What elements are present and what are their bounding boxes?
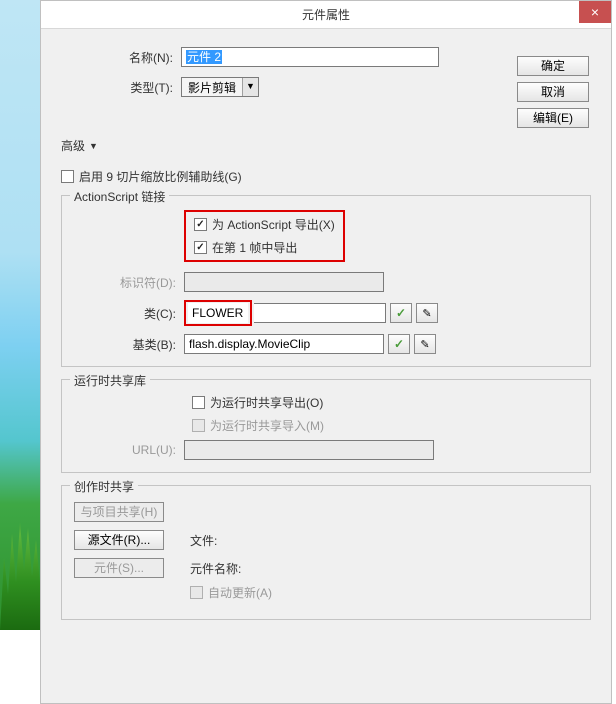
cancel-button[interactable]: 取消	[517, 82, 589, 102]
name-input[interactable]: 元件 2	[181, 47, 439, 67]
close-button[interactable]: ×	[579, 1, 611, 23]
export-as-checkbox[interactable]	[194, 218, 207, 231]
file-label: 文件:	[190, 532, 217, 549]
actionscript-link-group: ActionScript 链接 为 ActionScript 导出(X) 在第 …	[61, 195, 591, 367]
type-label: 类型(T):	[61, 79, 181, 96]
rt-export-label: 为运行时共享导出(O)	[210, 394, 323, 411]
check-icon: ✓	[396, 306, 406, 320]
auto-update-label: 自动更新(A)	[208, 584, 272, 601]
class-edit-button[interactable]: ✎	[416, 303, 438, 323]
pencil-icon: ✎	[420, 338, 429, 351]
author-share-group: 创作时共享 与项目共享(H) 源文件(R)... 文件: 元件(S)... 元件…	[61, 485, 591, 620]
name-label: 名称(N):	[61, 49, 181, 66]
base-edit-button[interactable]: ✎	[414, 334, 436, 354]
export-frame1-label: 在第 1 帧中导出	[212, 239, 297, 256]
highlight-box: 为 ActionScript 导出(X) 在第 1 帧中导出	[184, 210, 345, 262]
identifier-input	[184, 272, 384, 292]
rt-share-legend: 运行时共享库	[70, 372, 150, 389]
base-class-label: 基类(B):	[74, 336, 184, 353]
identifier-label: 标识符(D):	[74, 274, 184, 291]
chevron-down-icon: ▼	[89, 141, 98, 151]
as-link-legend: ActionScript 链接	[70, 188, 169, 205]
author-share-legend: 创作时共享	[70, 478, 138, 495]
source-file-button[interactable]: 源文件(R)...	[74, 530, 164, 550]
edit-button[interactable]: 编辑(E)	[517, 108, 589, 128]
auto-update-checkbox	[190, 586, 203, 599]
symbol-button: 元件(S)...	[74, 558, 164, 578]
runtime-share-group: 运行时共享库 为运行时共享导出(O) 为运行时共享导入(M) URL(U):	[61, 379, 591, 473]
highlight-box	[184, 300, 252, 326]
symbol-properties-dialog: 元件属性 × 名称(N): 元件 2 类型(T): 影片剪辑 ▼ 确定 取消 编…	[40, 0, 612, 704]
advanced-label: 高级	[61, 137, 85, 154]
class-label: 类(C):	[74, 305, 184, 322]
advanced-toggle[interactable]: 高级 ▼	[61, 137, 98, 154]
export-frame1-checkbox[interactable]	[194, 241, 207, 254]
class-input[interactable]	[254, 303, 386, 323]
ok-button[interactable]: 确定	[517, 56, 589, 76]
rt-import-checkbox	[192, 419, 205, 432]
export-as-label: 为 ActionScript 导出(X)	[212, 216, 335, 233]
titlebar: 元件属性 ×	[41, 1, 611, 29]
rt-export-checkbox[interactable]	[192, 396, 205, 409]
class-validate-button[interactable]: ✓	[390, 303, 412, 323]
rt-import-label: 为运行时共享导入(M)	[210, 417, 324, 434]
base-validate-button[interactable]: ✓	[388, 334, 410, 354]
dialog-title: 元件属性	[41, 1, 611, 29]
chevron-down-icon: ▼	[242, 78, 258, 96]
type-value: 影片剪辑	[182, 79, 242, 96]
share-project-button: 与项目共享(H)	[74, 502, 164, 522]
nine-slice-label: 启用 9 切片缩放比例辅助线(G)	[79, 168, 242, 185]
symbol-name-label: 元件名称:	[190, 560, 241, 577]
url-input	[184, 440, 434, 460]
type-dropdown[interactable]: 影片剪辑 ▼	[181, 77, 259, 97]
class-input-highlight[interactable]	[188, 303, 248, 323]
url-label: URL(U):	[74, 443, 184, 457]
nine-slice-checkbox[interactable]	[61, 170, 74, 183]
base-class-input[interactable]	[184, 334, 384, 354]
check-icon: ✓	[394, 337, 404, 351]
pencil-icon: ✎	[422, 307, 431, 320]
